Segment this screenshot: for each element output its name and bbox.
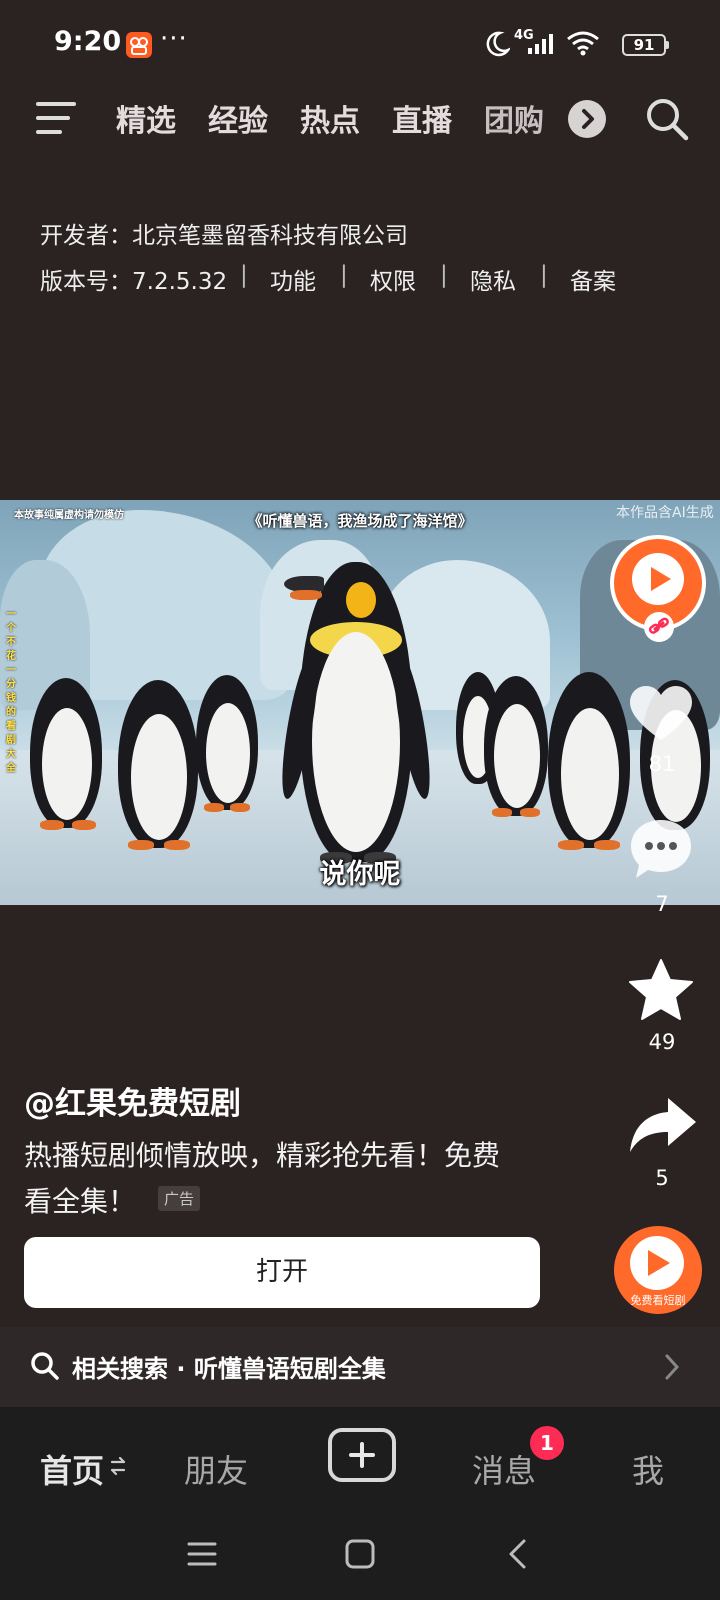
tab-hot[interactable]: 热点 [300, 96, 360, 140]
play-icon [648, 1250, 670, 1276]
play-icon [651, 567, 671, 591]
like-icon[interactable] [628, 684, 694, 748]
tab-selected[interactable]: 精选 [116, 96, 176, 140]
separator: | [440, 262, 448, 288]
messages-badge: 1 [530, 1426, 564, 1460]
plus-icon [349, 1442, 375, 1468]
like-count: 81 [648, 752, 676, 776]
create-button[interactable] [328, 1428, 396, 1482]
separator: | [240, 262, 248, 288]
share-icon[interactable] [628, 1096, 698, 1158]
expand-tabs-button[interactable] [568, 100, 606, 138]
open-button[interactable]: 打开 [24, 1237, 540, 1308]
related-search-bar[interactable]: 相关搜索 · 听懂兽语短剧全集 [0, 1327, 720, 1407]
version-info: 版本号：7.2.5.32 [40, 269, 228, 295]
link-privacy[interactable]: 隐私 [470, 262, 516, 296]
video-subtitle: 说你呢 [319, 859, 401, 890]
developer-info: 开发者：北京笔墨留香科技有限公司 [40, 223, 408, 249]
link-functions[interactable]: 功能 [270, 262, 316, 296]
tab-experience[interactable]: 经验 [208, 96, 268, 140]
description-line-1: 热播短剧倾情放映，精彩抢先看！免费 [24, 1139, 501, 1172]
music-disc[interactable]: 免费看短剧 [614, 1226, 702, 1314]
comment-icon[interactable] [628, 816, 694, 886]
tab-friends[interactable]: 朋友 [184, 1446, 248, 1492]
description-line-2: 看全集！ [24, 1185, 137, 1218]
moon-icon [484, 30, 512, 62]
signal-icon [526, 30, 558, 60]
vertical-promo-text: 一个不花一分钱的看剧大全 [6, 609, 16, 774]
related-search-label: 相关搜索 · 听懂兽语短剧全集 [72, 1355, 386, 1383]
video-title-overlay: 《听懂兽语，我渔场成了海洋馆》 [247, 512, 473, 530]
star-icon[interactable] [628, 958, 694, 1026]
switch-arrows-icon[interactable] [110, 1454, 126, 1482]
wifi-icon [566, 30, 600, 60]
back-icon[interactable] [506, 1538, 528, 1574]
ai-notice: 本作品含AI生成 [616, 505, 714, 521]
recent-apps-icon[interactable] [186, 1540, 218, 1572]
author-name[interactable]: @红果免费短剧 [24, 1078, 241, 1123]
separator: | [540, 262, 548, 288]
chevron-right-icon [582, 109, 594, 129]
music-disc-label: 免费看短剧 [630, 1294, 686, 1307]
link-permissions[interactable]: 权限 [370, 262, 416, 296]
chevron-right-icon [664, 1353, 680, 1385]
share-count: 5 [655, 1166, 669, 1190]
separator: | [340, 262, 348, 288]
battery-tip [666, 41, 669, 49]
menu-icon[interactable] [36, 100, 78, 140]
comment-count: 7 [655, 892, 669, 916]
status-bar: 9:20 ··· 4G 91 [0, 0, 720, 90]
link-icon [648, 617, 669, 634]
tab-live[interactable]: 直播 [392, 96, 452, 140]
home-nav-icon[interactable] [344, 1538, 376, 1574]
link-badge[interactable] [644, 612, 674, 642]
app-notification-icon [126, 32, 152, 58]
search-icon[interactable] [644, 96, 690, 146]
status-time: 9:20 [54, 26, 122, 57]
link-filing[interactable]: 备案 [570, 262, 616, 296]
favorite-count: 49 [648, 1030, 676, 1054]
search-icon [30, 1351, 60, 1385]
ad-badge: 广告 [158, 1186, 201, 1211]
tab-home[interactable]: 首页 [40, 1446, 104, 1492]
video-player[interactable]: 本故事纯属虚构请勿模仿 《听懂兽语，我渔场成了海洋馆》 本作品含AI生成 一个不… [0, 500, 720, 905]
tab-me[interactable]: 我 [632, 1446, 664, 1492]
tab-group-buy[interactable]: 团购 [484, 96, 544, 140]
more-notifications-icon: ··· [160, 24, 188, 54]
tab-messages[interactable]: 消息 [472, 1446, 536, 1492]
battery-icon: 91 [622, 34, 666, 56]
